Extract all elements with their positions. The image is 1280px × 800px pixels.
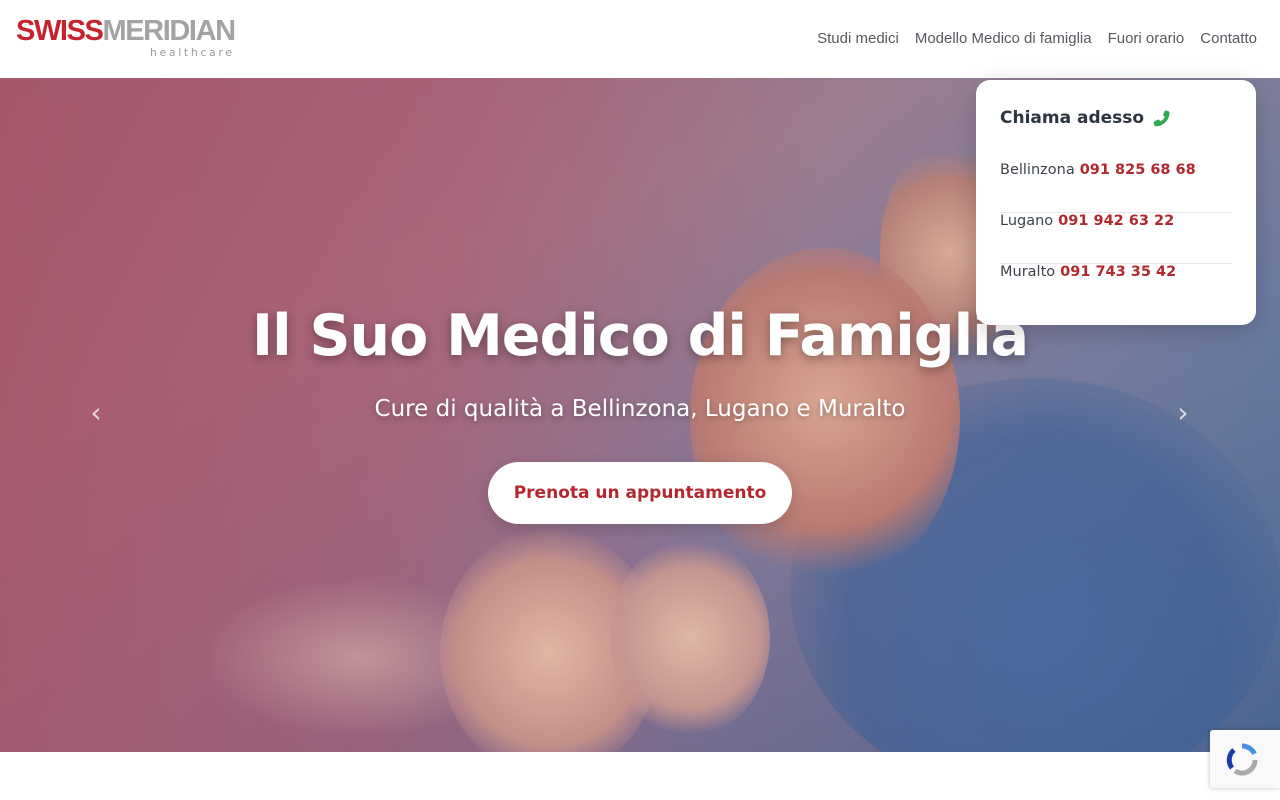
logo-wordmark: SWISSMERIDIAN: [16, 14, 236, 48]
nav-item-contatto[interactable]: Contatto: [1200, 29, 1257, 49]
call-location-row: Muralto 091 743 35 42: [1000, 264, 1232, 315]
call-location-list: Bellinzona 091 825 68 68 Lugano 091 942 …: [1000, 162, 1232, 315]
main-nav: Studi medici Modello Medico di famiglia …: [817, 29, 1257, 49]
hero-subtitle: Cure di qualità a Bellinzona, Lugano e M…: [374, 396, 906, 422]
chevron-right-icon[interactable]: ›: [1168, 398, 1198, 428]
call-location-row: Lugano 091 942 63 22: [1000, 213, 1232, 264]
logo-word-meridian: MERIDIAN: [102, 15, 236, 47]
location-phone-link[interactable]: 091 743 35 42: [1060, 264, 1176, 280]
call-now-title: Chiama adesso: [1000, 108, 1145, 128]
site-header: SWISSMERIDIAN healthcare Studi medici Mo…: [0, 0, 1280, 78]
recaptcha-icon: [1226, 743, 1258, 776]
phone-icon: [1153, 110, 1170, 127]
recaptcha-badge[interactable]: [1210, 730, 1280, 788]
call-now-heading: Chiama adesso: [1000, 106, 1232, 130]
book-appointment-button[interactable]: Prenota un appuntamento: [488, 462, 792, 524]
location-phone-link[interactable]: 091 825 68 68: [1080, 162, 1196, 178]
site-logo[interactable]: SWISSMERIDIAN healthcare: [16, 14, 236, 62]
chevron-left-icon[interactable]: ‹: [81, 398, 111, 428]
location-phone-link[interactable]: 091 942 63 22: [1058, 213, 1174, 229]
logo-word-swiss: SWISS: [16, 15, 104, 47]
nav-item-modello-medico[interactable]: Modello Medico di famiglia: [915, 29, 1092, 49]
call-now-card: Chiama adesso Bellinzona 091 825 68 68 L…: [976, 80, 1256, 325]
logo-tagline: healthcare: [149, 46, 235, 59]
location-city: Muralto: [1000, 264, 1056, 280]
nav-item-fuori-orario[interactable]: Fuori orario: [1108, 29, 1185, 49]
call-location-row: Bellinzona 091 825 68 68: [1000, 162, 1232, 213]
location-city: Lugano: [1000, 213, 1054, 229]
location-city: Bellinzona: [1000, 162, 1075, 178]
hero-photo-shape: [610, 538, 770, 738]
nav-item-studi-medici[interactable]: Studi medici: [817, 29, 899, 49]
